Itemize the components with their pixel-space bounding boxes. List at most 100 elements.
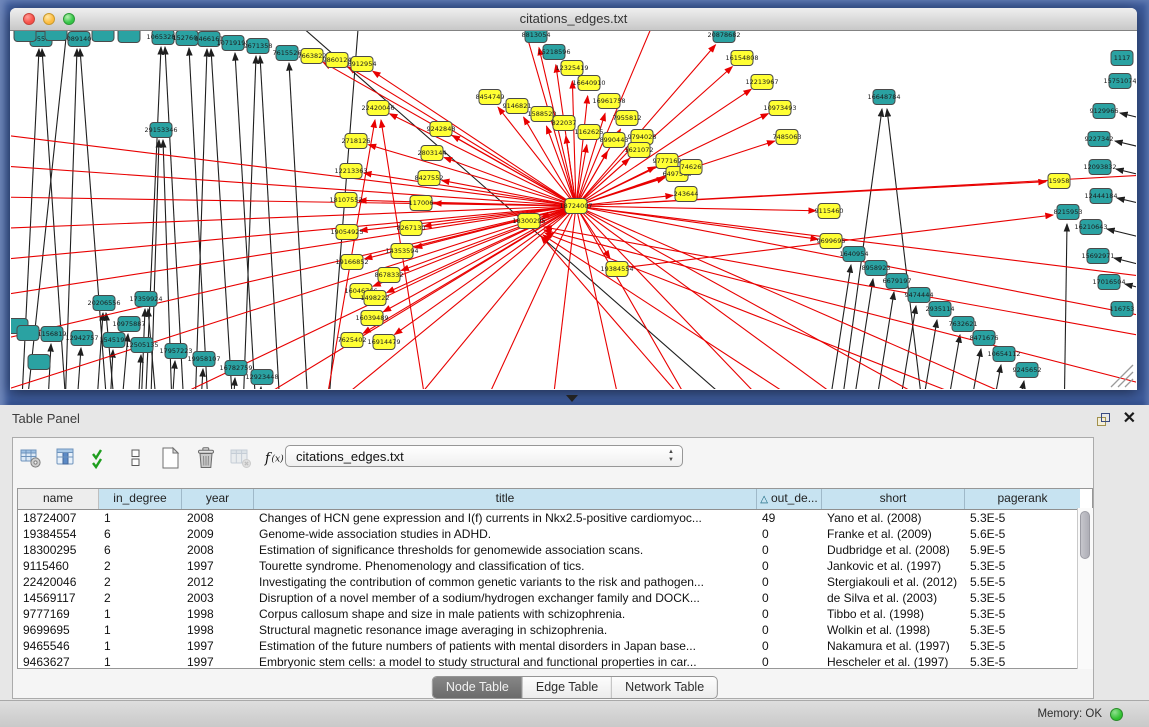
column-header-pagerank[interactable]: pagerank [965,489,1080,509]
table-row[interactable]: 946362711997Embryonic stem cells: a mode… [18,654,1092,669]
table-row[interactable]: 946554611997Estimation of the future num… [18,638,1092,654]
resize-grip-icon[interactable] [1118,372,1133,387]
graph-node[interactable]: 1117 [1111,51,1133,66]
graph-node[interactable]: 20206556 [87,296,120,311]
graph-node[interactable]: 18107552 [329,193,362,208]
graph-node[interactable]: 16154808 [725,51,758,66]
graph-node[interactable]: 12213967 [745,75,778,90]
graph-node[interactable]: 17359924 [129,292,162,307]
graph-node[interactable]: 16210643 [1074,220,1107,235]
scrollbar-thumb[interactable] [1080,511,1090,559]
graph-node[interactable]: 7485063 [773,130,802,145]
graph-node[interactable]: 9671358 [244,39,273,54]
column-header-short[interactable]: short [822,489,965,509]
graph-node[interactable]: 9129966 [1090,104,1119,119]
memory-ok-indicator[interactable] [1110,708,1123,721]
graph-node[interactable]: 243644 [674,187,699,202]
graph-node[interactable]: 8427552 [415,171,444,186]
new-table-icon[interactable] [159,447,183,469]
table-row[interactable]: 1456911722003Disruption of a novel membe… [18,590,1092,606]
graph-node[interactable]: 8813054 [522,31,551,43]
column-header-out-degree[interactable]: △out_de... [757,489,822,509]
table-row[interactable]: 1830029562008Estimation of significance … [18,542,1092,558]
graph-node[interactable]: 8215953 [1054,205,1083,220]
graph-node[interactable]: 10654112 [987,347,1020,362]
graph-node[interactable]: 9245652 [1013,363,1042,378]
tab-edge-table[interactable]: Edge Table [522,677,611,698]
rename-column-icon[interactable] [89,447,113,469]
graph-node[interactable]: 16640910 [572,76,605,91]
column-header-title[interactable]: title [254,489,757,509]
network-window-titlebar[interactable]: citations_edges.txt [10,8,1137,31]
graph-node[interactable]: 2718126 [342,134,371,149]
graph-node[interactable]: 15218596 [537,45,570,60]
panel-splitter-handle[interactable] [566,395,578,402]
graph-node[interactable]: 12505135 [125,338,158,353]
graph-node[interactable]: 8267130 [397,221,426,236]
graph-node[interactable]: 20878682 [707,31,740,43]
graph-node[interactable]: 7955812 [613,111,642,126]
graph-node[interactable]: 2935114 [926,302,955,317]
graph-node[interactable]: 117006 [409,196,434,211]
graph-node[interactable] [14,31,36,42]
graph-node[interactable]: 74626 [680,160,702,175]
graph-node[interactable]: 16648784 [867,90,900,105]
table-row[interactable]: 969969511998Structural magnetic resonanc… [18,622,1092,638]
graph-node[interactable]: 7625402 [338,333,367,348]
graph-node[interactable] [28,355,50,370]
table-row[interactable]: 2242004622012Investigating the contribut… [18,574,1092,590]
delete-table-icon[interactable] [194,447,218,469]
graph-node[interactable]: 17016504 [1092,275,1125,290]
table-row[interactable]: 1872400712008Changes of HCN gene express… [18,510,1092,526]
graph-node[interactable]: 9115460 [815,204,844,219]
graph-node[interactable]: 12942757 [65,331,98,346]
graph-node[interactable]: 9474444 [905,288,934,303]
table-row[interactable]: 911546021997Tourette syndrome. Phenomeno… [18,558,1092,574]
graph-node[interactable]: 29153346 [144,123,177,138]
tab-network-table[interactable]: Network Table [611,677,717,698]
graph-node[interactable]: 22420046 [361,101,394,116]
float-window-icon[interactable] [1096,412,1111,427]
graph-node[interactable]: 10973493 [763,101,796,116]
graph-node[interactable]: 14353594 [385,244,418,259]
table-selector-dropdown[interactable]: citations_edges.txt ▲▼ [285,445,683,467]
graph-node[interactable]: 12093832 [1083,160,1116,175]
network-canvas[interactable]: 1405571420891406106532871527602946616110… [11,31,1136,389]
graph-node[interactable]: 8678332 [375,268,404,283]
column-visibility-icon[interactable] [54,447,78,469]
graph-node[interactable]: 8471676 [970,331,999,346]
close-icon[interactable]: ✕ [1123,409,1136,429]
table-row[interactable]: 977716911998Corpus callosum shape and si… [18,606,1092,622]
graph-node[interactable]: 8912954 [348,57,377,72]
graph-node[interactable]: 9227342 [1085,132,1114,147]
graph-node[interactable]: 12444184 [1084,189,1117,204]
graph-node[interactable]: 116753 [1110,302,1135,317]
column-header-year[interactable]: year [182,489,254,509]
table-vertical-scrollbar[interactable] [1077,508,1093,669]
graph-node[interactable]: 19384554 [600,262,633,277]
column-header-in-degree[interactable]: in_degree [99,489,182,509]
table-row[interactable]: 1938455462009Genome-wide association stu… [18,526,1092,542]
tab-node-table[interactable]: Node Table [433,677,522,698]
network-graph[interactable]: 1405571420891406106532871527602946616110… [11,31,1136,389]
graph-node[interactable]: 1156819 [38,327,67,342]
graph-node[interactable]: 2803144 [418,146,447,161]
graph-node[interactable]: 9242848 [427,122,456,137]
graph-node[interactable] [118,31,140,43]
graph-node[interactable] [45,31,67,41]
graph-node[interactable]: 1640954 [840,247,869,262]
graph-node[interactable]: 15692971 [1081,249,1114,264]
graph-node[interactable]: 10975887 [112,317,145,332]
graph-node[interactable]: 16961758 [592,94,625,109]
graph-node[interactable]: 1498222 [361,291,390,306]
graph-node[interactable] [17,326,39,341]
table-settings-icon[interactable] [19,447,43,469]
graph-node[interactable]: 8454749 [476,90,505,105]
graph-node[interactable]: 12325419 [555,61,588,76]
graph-node[interactable]: 9699695 [817,234,846,249]
graph-node[interactable]: 16914479 [367,335,400,350]
graph-node[interactable]: 1621072 [625,143,654,158]
graph-node[interactable]: 6679197 [883,274,912,289]
graph-node[interactable]: 1545194 [100,333,129,348]
graph-node[interactable] [92,31,114,42]
